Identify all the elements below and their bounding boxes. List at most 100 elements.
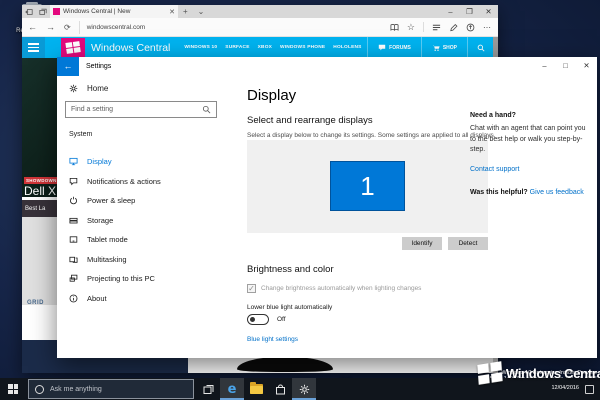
forums-button[interactable]: FORUMS [367,37,421,58]
search-placeholder: Find a setting [71,106,114,113]
cortana-search-box[interactable]: Ask me anything [28,379,194,399]
notifications-icon [69,177,78,185]
tray-date[interactable]: 12/04/2016 [551,385,579,392]
site-search-icon[interactable] [467,37,493,58]
sidebar-item-about[interactable]: About [57,289,225,308]
blue-light-settings-link[interactable]: Blue light settings [247,336,298,343]
store-bag-icon [275,384,285,394]
taskbar-edge-button[interactable]: e [220,378,244,400]
settings-sidebar: Home Find a setting System Display Notif… [57,76,225,358]
about-icon [69,294,78,302]
sidebar-item-home[interactable]: Home [69,84,108,93]
sidebar-item-notifications[interactable]: Notifications & actions [57,172,225,191]
tablet-mode-icon [69,236,78,243]
windows-flag-icon [477,361,503,385]
store-button[interactable] [268,378,292,400]
identify-button[interactable]: Identify [402,237,442,250]
start-button[interactable] [0,378,26,400]
reading-view-icon[interactable] [390,23,399,32]
hamburger-menu-icon[interactable] [22,37,45,58]
shop-button[interactable]: SHOP [420,37,467,58]
sidebar-section-label: System [69,131,93,138]
brightness-checkbox-label: Change brightness automatically when lig… [261,285,422,292]
browser-address-bar: ← → ⟳ windowscentral.com ☆ ⋯ [22,18,498,37]
new-tab-button[interactable]: + [178,7,193,16]
home-gear-icon [69,84,78,93]
laptop-image [237,357,333,372]
settings-search-input[interactable]: Find a setting [65,101,217,118]
blue-light-state: Off [277,316,286,323]
browser-minimize-button[interactable]: – [441,5,460,18]
url-field[interactable]: windowscentral.com [78,20,390,34]
blue-light-label: Lower blue light automatically [247,304,333,311]
article-tag: SHOWDOWN [24,177,59,184]
windows-central-logo[interactable] [61,38,85,57]
display-arrangement-canvas: 1 [247,140,488,233]
taskbar-search-placeholder: Ask me anything [50,385,102,393]
brightness-checkbox[interactable]: ✓ [247,284,256,293]
storage-icon [69,217,78,223]
site-favicon-icon [53,8,60,15]
file-explorer-button[interactable] [244,378,268,400]
help-title: Need a hand? [470,112,516,119]
more-options-icon[interactable]: ⋯ [483,23,492,32]
settings-maximize-button[interactable]: □ [555,57,576,74]
nav-hololens[interactable]: HOLOLENS [333,45,361,50]
site-header: Windows Central WINDOWS 10 SURFACE XBOX … [22,37,493,58]
refresh-icon[interactable]: ⟳ [64,23,71,32]
settings-minimize-button[interactable]: – [534,57,555,74]
tab-chevron-icon[interactable]: ⌄ [193,7,210,16]
section-title-brightness: Brightness and color [247,264,334,275]
task-view-button[interactable] [196,378,220,400]
projecting-icon [69,274,78,282]
settings-back-button[interactable]: ← [57,57,79,76]
nav-windows-phone[interactable]: WINDOWS PHONE [280,45,325,50]
nav-surface[interactable]: SURFACE [225,45,249,50]
nav-windows10[interactable]: WINDOWS 10 [184,45,217,50]
site-brand-text[interactable]: Windows Central [91,42,170,54]
settings-window-title: Settings [86,63,112,70]
sidebar-item-tablet-mode[interactable]: Tablet mode [57,230,225,249]
browser-tab[interactable]: Windows Central | New ✕ [50,5,178,18]
page-title: Display [247,87,297,104]
contact-support-link[interactable]: Contact support [470,166,519,173]
browser-window-controls: – ❐ ✕ [441,5,498,18]
helpful-question: Was this helpful? [470,189,528,196]
browser-tab-bar: Windows Central | New ✕ + ⌄ – ❐ ✕ [22,5,498,18]
hub-icon[interactable] [432,23,441,32]
grid-label[interactable]: GRID [27,300,44,306]
settings-close-button[interactable]: ✕ [576,57,597,74]
settings-window: ← Settings – □ ✕ Home Find a setting Sys… [57,57,597,358]
folder-icon [249,382,263,394]
share-icon[interactable] [466,23,475,32]
section-description: Select a display below to change its set… [247,132,496,139]
display-1-rect[interactable]: 1 [330,161,405,211]
tab-close-icon[interactable]: ✕ [169,8,175,16]
sidebar-item-power-sleep[interactable]: Power & sleep [57,191,225,210]
nav-xbox[interactable]: XBOX [258,45,272,50]
browser-maximize-button[interactable]: ❐ [460,5,479,18]
settings-window-controls: – □ ✕ [534,57,597,74]
power-icon [70,196,77,205]
taskbar-settings-button[interactable] [292,378,316,400]
home-label: Home [87,84,109,93]
back-icon[interactable]: ← [28,22,37,32]
notification-center-icon[interactable] [585,384,594,394]
sidebar-item-projecting[interactable]: Projecting to this PC [57,269,225,288]
browser-close-button[interactable]: ✕ [479,5,498,18]
help-body: Chat with an agent that can point you to… [470,125,586,153]
web-note-icon[interactable] [449,23,458,32]
windows-start-icon [8,384,18,394]
sidebar-item-storage[interactable]: Storage [57,211,225,230]
sidebar-item-display[interactable]: Display [57,152,225,171]
feedback-link[interactable]: Give us feedback [530,189,584,196]
site-nav: WINDOWS 10 SURFACE XBOX WINDOWS PHONE HO… [184,45,361,50]
search-icon [202,105,211,114]
windows-central-watermark-text: Windows Central [506,365,600,381]
windows-central-watermark: Windows Central [477,361,600,385]
blue-light-toggle[interactable] [247,314,269,325]
sidebar-item-multitasking[interactable]: Multitasking [57,250,225,269]
favorites-star-icon[interactable]: ☆ [407,22,415,32]
forward-icon[interactable]: → [46,22,55,32]
section-title-displays: Select and rearrange displays [247,115,373,126]
